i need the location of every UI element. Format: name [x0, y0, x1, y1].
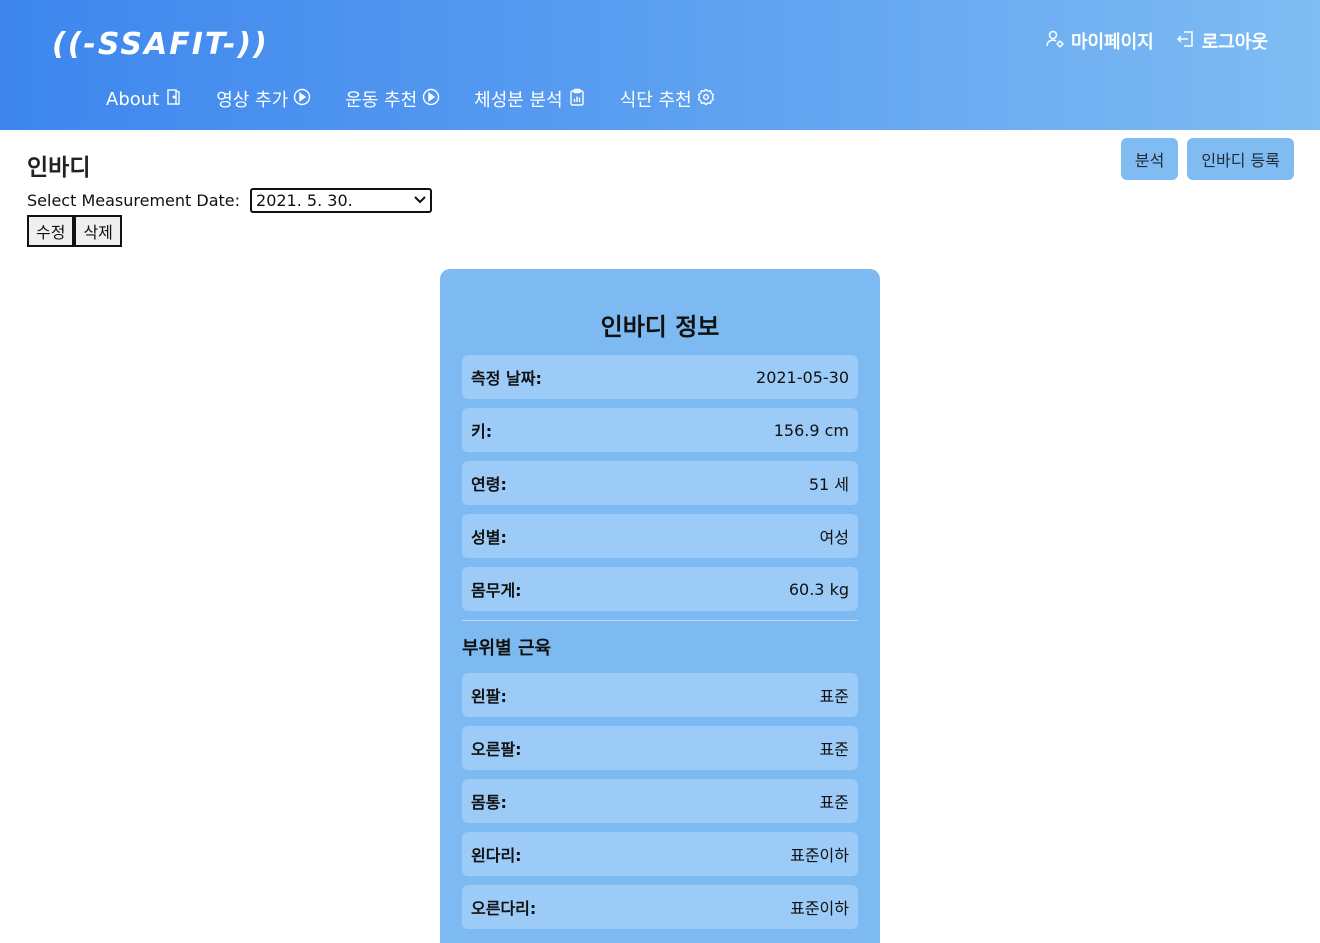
nav-item-add-video[interactable]: 영상 추가: [216, 86, 311, 112]
nav-item-body-analysis[interactable]: 체성분 분석: [474, 86, 586, 112]
header: ((-SSAFIT-)) 마이페이지 로그아웃 About 영상 추가 운동 추…: [0, 0, 1320, 130]
mypage-link[interactable]: 마이페이지: [1045, 28, 1154, 54]
play-circle-icon: [293, 88, 311, 111]
muscle-label: 오른다리:: [471, 899, 537, 918]
page-title: 인바디: [27, 155, 91, 181]
date-row: Select Measurement Date: 2021. 5. 30.: [27, 188, 433, 213]
muscle-row-right-arm: 오른팔: 표준: [462, 726, 858, 770]
nav-item-about[interactable]: About: [106, 86, 182, 112]
chevron-down-icon: [414, 194, 426, 207]
inbody-card: 인바디 정보 측정 날짜: 2021-05-30 키: 156.9 cm 연령:…: [440, 269, 880, 943]
info-label: 키:: [471, 422, 493, 441]
measurement-date-select[interactable]: 2021. 5. 30.: [250, 188, 433, 213]
nav-item-label: 체성분 분석: [474, 90, 563, 111]
muscle-label: 왼다리:: [471, 846, 522, 865]
muscle-value: 표준: [819, 793, 849, 812]
info-label: 성별:: [471, 528, 507, 547]
info-label: 측정 날짜:: [471, 369, 542, 388]
info-value: 여성: [819, 528, 849, 547]
info-label: 연령:: [471, 475, 507, 494]
door-icon: [164, 88, 182, 111]
date-select-value: 2021. 5. 30.: [256, 191, 353, 210]
muscle-label: 왼팔:: [471, 687, 507, 706]
nav-item-exercise-recommend[interactable]: 운동 추천: [345, 86, 440, 112]
muscle-label: 몸통:: [471, 793, 507, 812]
muscle-row-left-arm: 왼팔: 표준: [462, 673, 858, 717]
muscle-label: 오른팔:: [471, 740, 522, 759]
muscle-value: 표준: [819, 687, 849, 706]
top-links: 마이페이지 로그아웃: [1045, 28, 1268, 54]
logo[interactable]: ((-SSAFIT-)): [52, 24, 269, 66]
record-buttons: 수정 삭제: [27, 215, 122, 247]
muscle-value: 표준이하: [790, 846, 849, 865]
divider: [462, 620, 858, 621]
nav-item-label: 식단 추천: [619, 90, 692, 111]
info-row-weight: 몸무게: 60.3 kg: [462, 567, 858, 611]
info-value: 156.9 cm: [773, 420, 849, 440]
nav-item-label: 영상 추가: [216, 90, 289, 111]
main-nav: About 영상 추가 운동 추천 체성분 분석 식단 추천: [106, 86, 715, 112]
muscle-value: 표준이하: [790, 899, 849, 918]
muscle-row-left-leg: 왼다리: 표준이하: [462, 832, 858, 876]
register-inbody-button[interactable]: 인바디 등록: [1187, 138, 1294, 180]
nav-item-label: About: [106, 88, 160, 110]
analyze-button[interactable]: 분석: [1120, 138, 1179, 180]
muscle-section-title: 부위별 근육: [462, 638, 552, 659]
gear-badge-icon: [697, 88, 715, 111]
play-circle-icon: [422, 88, 440, 111]
date-label: Select Measurement Date:: [27, 191, 241, 210]
logout-link[interactable]: 로그아웃: [1176, 28, 1268, 54]
card-title: 인바디 정보: [600, 313, 720, 341]
info-row-age: 연령: 51 세: [462, 461, 858, 505]
info-value: 2021-05-30: [756, 367, 849, 387]
muscle-row-right-leg: 오른다리: 표준이하: [462, 885, 858, 929]
info-row-gender: 성별: 여성: [462, 514, 858, 558]
info-value: 60.3 kg: [788, 579, 849, 599]
info-row-height: 키: 156.9 cm: [462, 408, 858, 452]
info-row-date: 측정 날짜: 2021-05-30: [462, 355, 858, 399]
info-value: 51 세: [808, 475, 849, 494]
muscle-row-trunk: 몸통: 표준: [462, 779, 858, 823]
user-gear-icon: [1045, 29, 1065, 54]
nav-item-label: 운동 추천: [345, 90, 418, 111]
muscle-value: 표준: [819, 740, 849, 759]
page-actions: 분석 인바디 등록: [1120, 138, 1294, 180]
edit-button[interactable]: 수정: [27, 215, 75, 247]
delete-button[interactable]: 삭제: [74, 215, 122, 247]
clipboard-chart-icon: [568, 88, 586, 111]
logout-label: 로그아웃: [1201, 32, 1268, 53]
mypage-label: 마이페이지: [1070, 32, 1154, 53]
nav-item-diet-recommend[interactable]: 식단 추천: [620, 86, 715, 112]
info-label: 몸무게:: [471, 581, 522, 600]
logout-icon: [1176, 29, 1196, 54]
